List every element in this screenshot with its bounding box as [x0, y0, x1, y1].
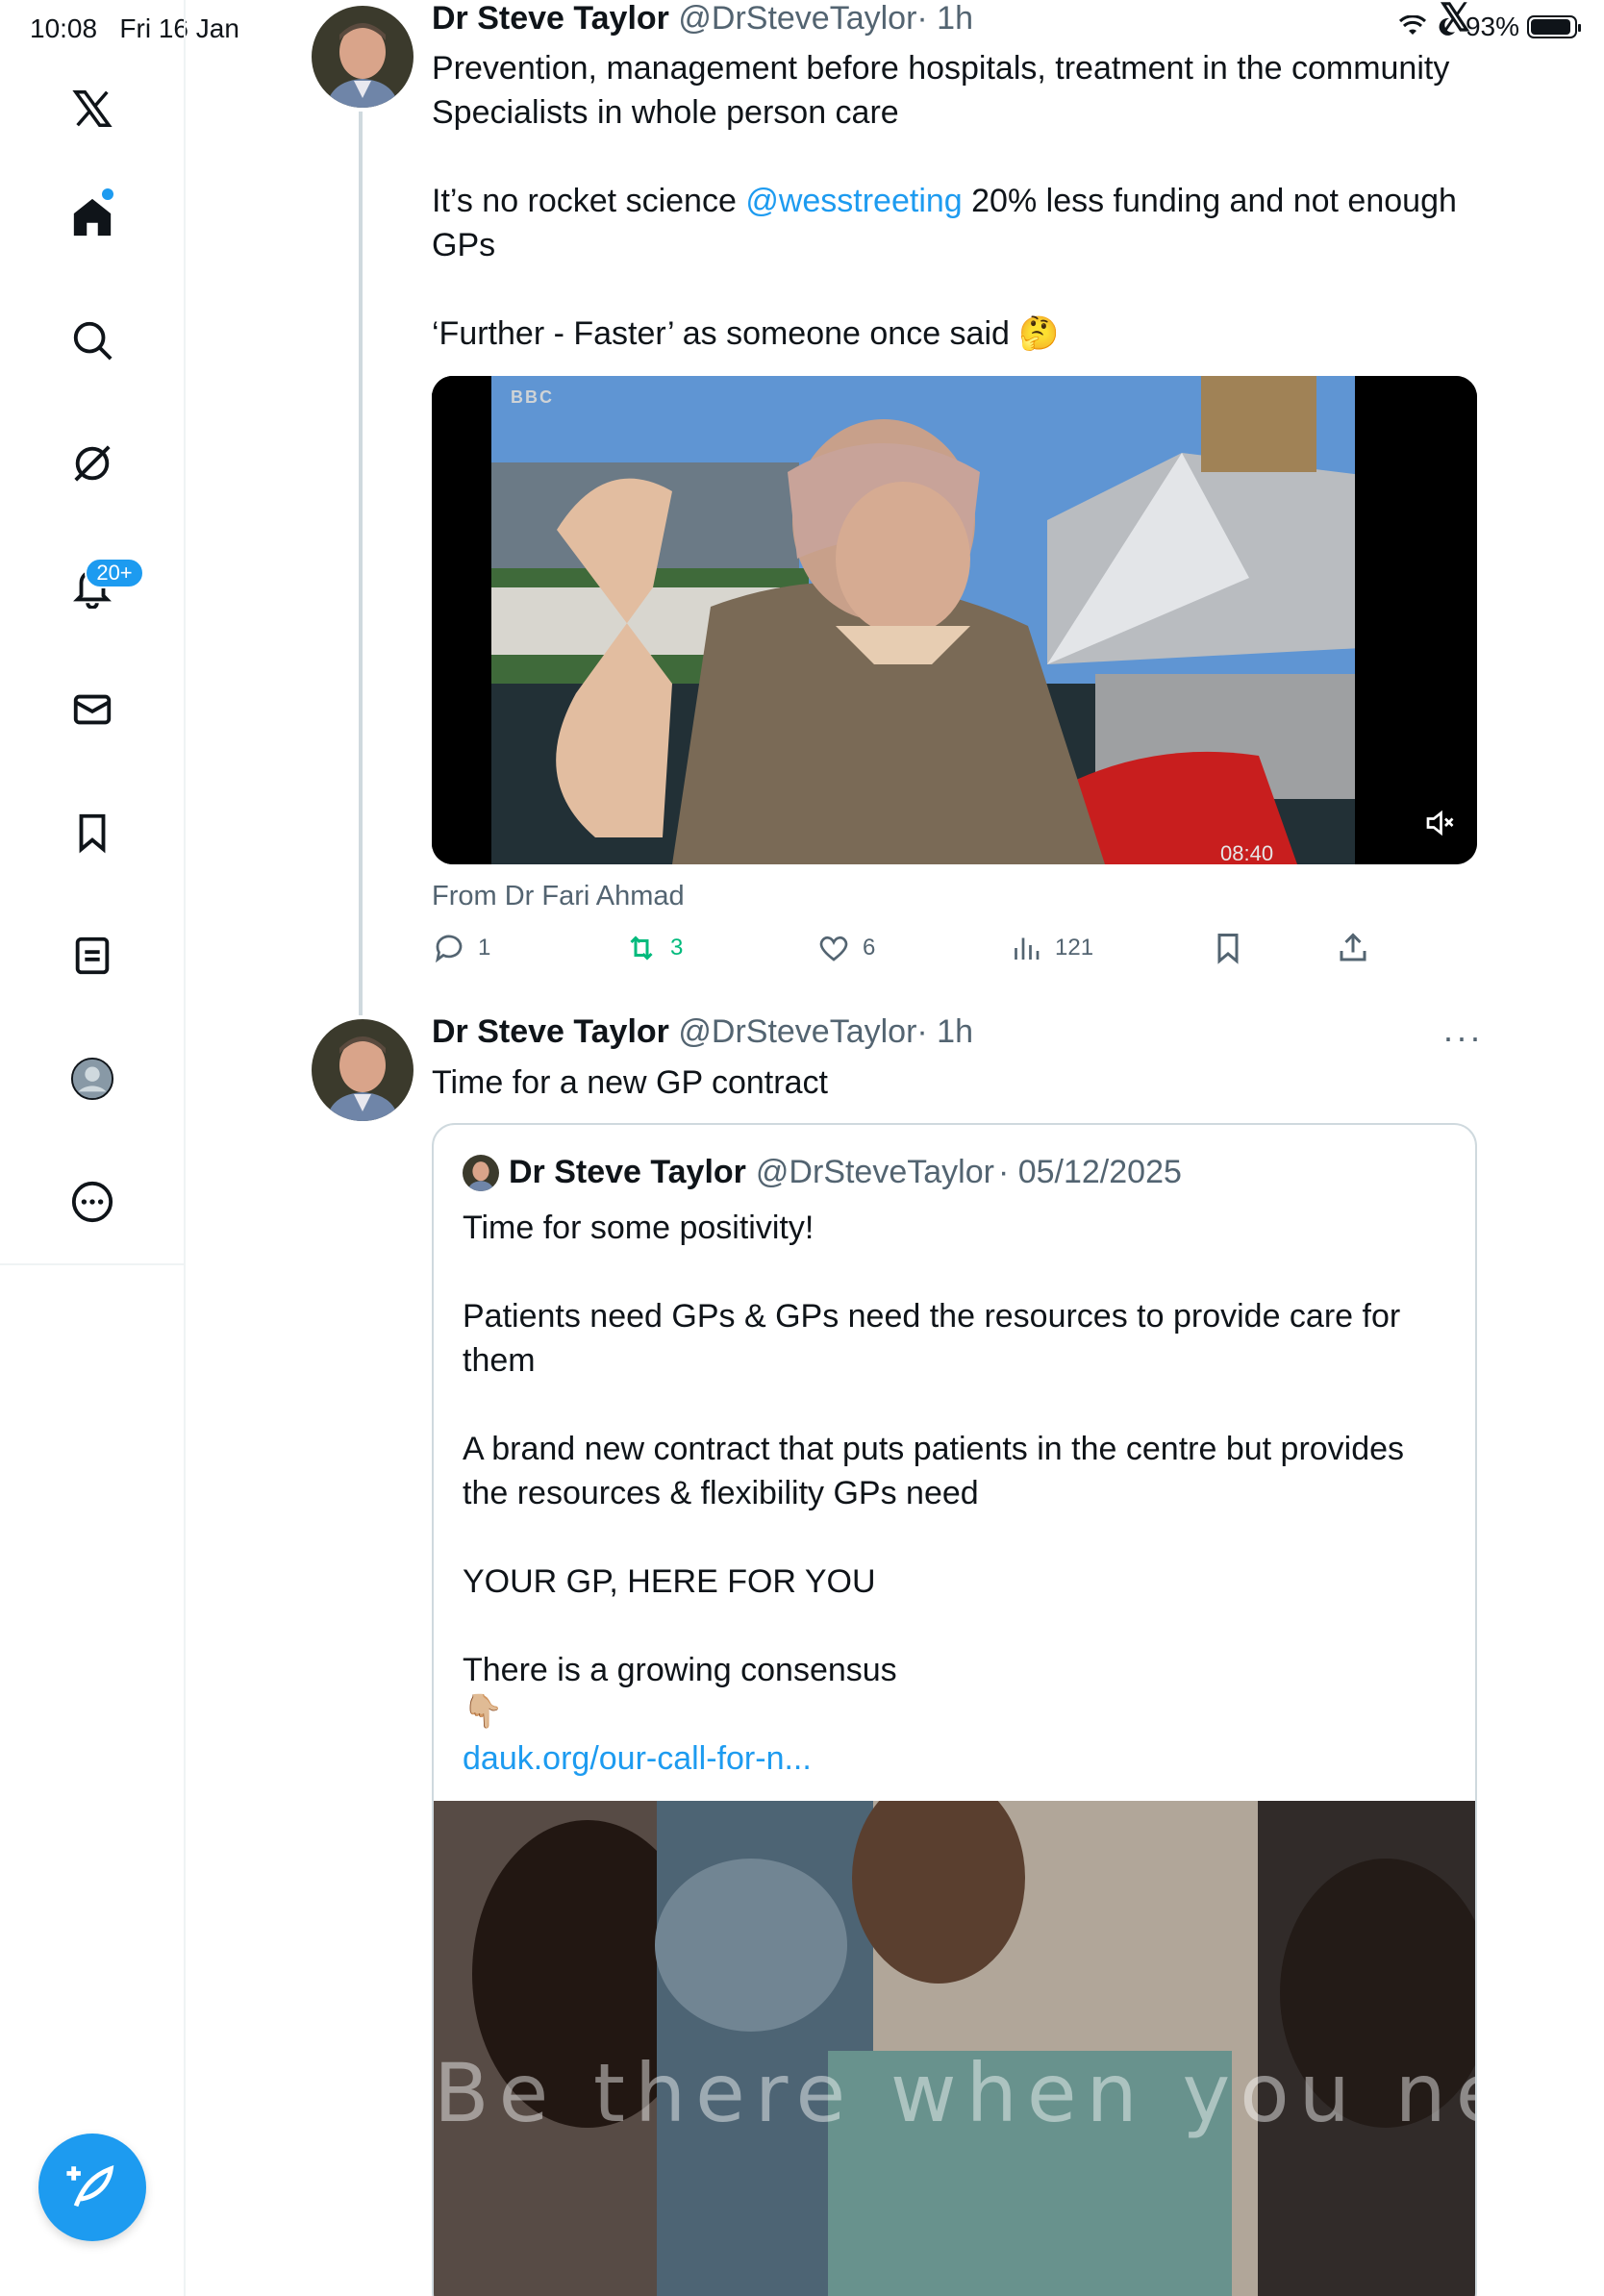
reply-icon [435, 935, 463, 963]
x-logo-icon[interactable] [54, 70, 131, 147]
battery-icon [1527, 15, 1581, 38]
sidebar: 20+ [0, 0, 186, 2296]
thread-connector-line [359, 112, 363, 1015]
sidebar-item-grok[interactable] [54, 425, 131, 502]
quote-line: Time for some positivity! [463, 1210, 815, 1246]
quote-line [463, 1515, 1443, 1560]
sidebar-item-profile[interactable] [54, 1040, 131, 1117]
home-icon [73, 198, 112, 237]
battery-percent: 93% [1465, 12, 1519, 41]
quote-link[interactable]: dauk.org/our-call-for-n... [463, 1736, 1443, 1781]
reply-count: 1 [478, 935, 491, 961]
battery-tip [1578, 24, 1581, 32]
tweet-text: Prevention, management before hospitals,… [432, 46, 1490, 356]
repost-icon [630, 936, 653, 961]
video-frame: BBC [432, 376, 1477, 864]
mail-icon [73, 694, 112, 725]
quoted-tweet[interactable]: Dr Steve Taylor @DrSteveTaylor · 05/12/20… [432, 1123, 1477, 2296]
tweet-actions: 1 3 6 121 [432, 931, 1393, 973]
quote-video[interactable]: Be there when you need [434, 1801, 1475, 2296]
sidebar-item-search[interactable] [54, 302, 131, 379]
sidebar-divider [0, 1263, 186, 1265]
author-name[interactable]: Dr Steve Taylor [432, 0, 669, 37]
moon-icon [1439, 17, 1455, 36]
bbc-logo: BBC [511, 387, 554, 407]
tweet-line [432, 135, 1490, 179]
sidebar-item-more[interactable] [54, 1163, 131, 1240]
more-circle-icon [71, 1181, 113, 1223]
sidebar-item-messages[interactable] [54, 671, 131, 748]
quote-line: YOUR GP, HERE FOR YOU [463, 1563, 876, 1600]
quote-line [463, 1250, 1443, 1294]
mention-link[interactable]: @wesstreeting [745, 183, 962, 219]
mute-icon[interactable] [1422, 806, 1457, 845]
home-unread-dot [102, 188, 113, 200]
wifi-icon [1398, 15, 1426, 35]
avatar[interactable] [312, 6, 414, 108]
search-icon [73, 321, 113, 361]
quote-header: Dr Steve Taylor @DrSteveTaylor · 05/12/20… [463, 1154, 1182, 1191]
bookmark-icon [79, 813, 106, 854]
tweet-time[interactable]: · 1h [916, 1013, 973, 1050]
video-caption-overlay: Be there when you need [434, 2046, 1475, 2140]
quote-author-handle: @DrSteveTaylor [755, 1154, 994, 1190]
share-button[interactable] [1336, 931, 1370, 965]
sidebar-item-home[interactable] [54, 179, 131, 256]
tweet-header: Dr Steve Taylor @DrSteveTaylor· 1h [432, 0, 973, 37]
quote-line: A brand new contract that puts patients … [463, 1431, 1405, 1511]
bookmark-button[interactable] [1211, 931, 1245, 965]
views-icon [1015, 937, 1040, 960]
like-count: 6 [863, 935, 876, 961]
tweet-line: Prevention, management before hospitals,… [432, 50, 1450, 87]
quote-avatar [463, 1154, 499, 1191]
tweet-line: Specialists in whole person care [432, 94, 899, 131]
views-count: 121 [1055, 935, 1094, 961]
sidebar-item-bookmarks[interactable] [54, 794, 131, 871]
sidebar-item-lists[interactable] [54, 917, 131, 994]
quote-author-name: Dr Steve Taylor [509, 1154, 746, 1190]
quote-line [463, 1383, 1443, 1427]
repost-count: 3 [670, 935, 684, 961]
compose-button[interactable] [38, 2134, 146, 2241]
status-bar-indicators: 93% [1398, 12, 1581, 42]
grok-icon [74, 445, 111, 482]
quote-line: There is a growing consensus [463, 1652, 897, 1688]
notification-badge: 20+ [85, 558, 144, 588]
tweet-header: Dr Steve Taylor @DrSteveTaylor· 1h [432, 1013, 973, 1051]
video-attribution[interactable]: From Dr Fari Ahmad [432, 881, 685, 912]
author-handle[interactable]: @DrSteveTaylor [678, 0, 916, 37]
battery-fill [1531, 19, 1570, 35]
quote-line [463, 1604, 1443, 1648]
views-button[interactable]: 121 [1009, 931, 1093, 965]
quote-date: · 05/12/2025 [997, 1154, 1182, 1190]
quote-text: Time for some positivity! Patients need … [463, 1206, 1443, 1781]
author-name[interactable]: Dr Steve Taylor [432, 1013, 669, 1050]
author-handle[interactable]: @DrSteveTaylor [678, 1013, 916, 1050]
like-button[interactable]: 6 [816, 931, 875, 965]
tweet-text: Time for a new GP contract [432, 1064, 828, 1101]
tweet-line-with-mention: It’s no rocket science @wesstreeting 20%… [432, 179, 1490, 267]
tweet-time[interactable]: · 1h [916, 0, 973, 37]
bookmark-icon [1217, 934, 1239, 964]
video-duration: 08:40 [1220, 841, 1274, 864]
compose-feather-icon [66, 2164, 114, 2208]
quote-line: Patients need GPs & GPs need the resourc… [463, 1298, 1401, 1379]
video-player[interactable]: BBC 08:40 [432, 376, 1477, 864]
reply-button[interactable]: 1 [432, 931, 490, 965]
more-options-icon[interactable]: ··· [1442, 1017, 1483, 1058]
repost-button[interactable]: 3 [624, 931, 683, 965]
list-icon [75, 936, 110, 975]
heart-icon [819, 936, 848, 961]
avatar[interactable] [312, 1019, 414, 1121]
share-icon [1340, 933, 1366, 961]
tweet-line [432, 267, 1490, 312]
pointing-down-emoji: 👇🏼 [463, 1693, 504, 1730]
tweet-line-prefix: It’s no rocket science [432, 183, 746, 219]
tweet-line: ‘Further - Faster’ as someone once said … [432, 315, 1060, 352]
profile-icon [70, 1057, 114, 1101]
